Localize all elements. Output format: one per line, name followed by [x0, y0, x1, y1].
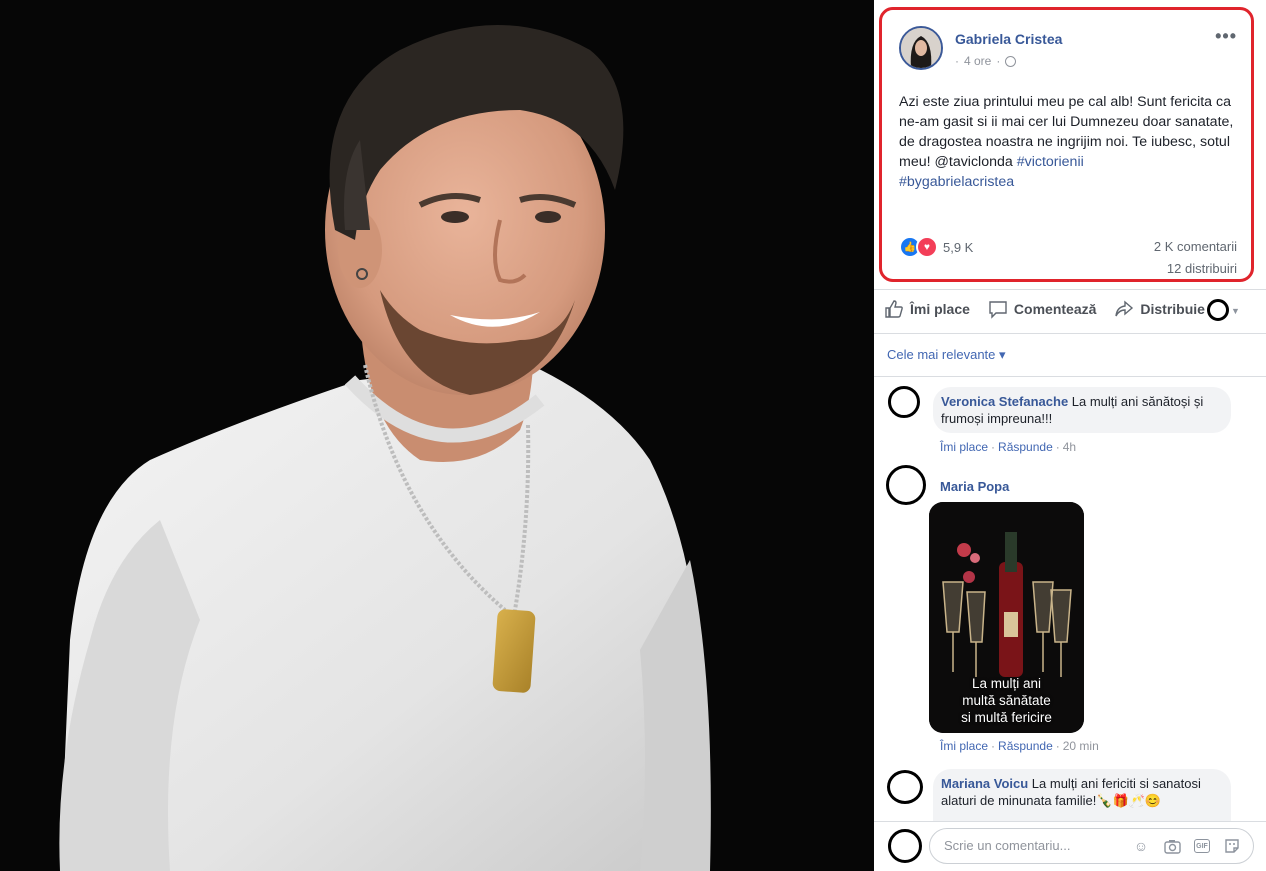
gif-icon[interactable]: GIF	[1194, 839, 1210, 853]
separator: ·	[991, 440, 996, 454]
divider	[874, 289, 1266, 290]
comment-label: Comentează	[1013, 301, 1097, 317]
meta-dot: ·	[996, 54, 1001, 68]
audience-selector-marker[interactable]	[1207, 299, 1229, 321]
hashtag-link[interactable]: #bygabrielacristea	[899, 174, 1014, 190]
comments-count[interactable]: 2 K comentarii	[1154, 239, 1237, 254]
composer-icons: ☺ GIF	[1132, 837, 1241, 855]
comment-author[interactable]: Veronica Stefanache	[941, 394, 1068, 409]
separator: ·	[1055, 739, 1060, 753]
comment-bubble: Veronica Stefanache La mulți ani sănătoș…	[933, 387, 1231, 433]
post-actions: Îmi place Comentează Distribuie	[884, 299, 1205, 319]
share-arrow-icon	[1115, 300, 1134, 317]
separator: ·	[1055, 440, 1060, 454]
sort-comments-dropdown[interactable]: Cele mai relevante ▾	[887, 347, 1006, 363]
post-time[interactable]: 4 ore	[964, 54, 991, 68]
comment-like-link[interactable]: Îmi place	[940, 739, 988, 753]
thumbs-up-icon	[885, 300, 903, 318]
comment-bubble: Mariana Voicu La mulți ani fericiti si s…	[933, 769, 1231, 821]
reactions-count: 5,9 K	[943, 239, 974, 255]
post-side-panel: Gabriela Cristea · 4 ore · ••• Azi este …	[874, 0, 1266, 871]
comment-like-link[interactable]: Îmi place	[940, 440, 988, 454]
comment-bubble-icon	[989, 301, 1007, 319]
current-user-avatar	[888, 829, 922, 863]
post-meta: · 4 ore ·	[955, 54, 1017, 68]
gif-caption-line: multă sănătate	[962, 693, 1051, 708]
share-button[interactable]: Distribuie	[1114, 299, 1205, 319]
gif-caption-line: La mulți ani	[971, 676, 1042, 691]
comment-author[interactable]: Mariana Voicu	[941, 776, 1028, 791]
comment-reply-link[interactable]: Răspunde	[998, 739, 1053, 753]
more-options-icon[interactable]: •••	[1215, 26, 1237, 47]
meta-dot: ·	[955, 54, 959, 68]
comment-actions: Îmi place · Răspunde · 4h	[940, 440, 1076, 454]
comment-time[interactable]: 20 min	[1063, 739, 1099, 753]
camera-icon[interactable]	[1163, 837, 1181, 855]
separator: ·	[991, 739, 996, 753]
man-in-white-tshirt-photo	[0, 0, 874, 871]
comment-button[interactable]: Comentează	[988, 299, 1096, 319]
comment-time[interactable]: 4h	[1063, 440, 1076, 454]
chevron-down-icon[interactable]: ▼	[1231, 306, 1240, 316]
gif-caption: La mulți ani multă sănătate si multă fer…	[929, 675, 1084, 726]
post-text: Azi este ziua printului meu pe cal alb! …	[899, 92, 1244, 192]
author-avatar[interactable]	[899, 26, 943, 70]
commenter-avatar[interactable]	[886, 465, 926, 505]
post-photo[interactable]	[0, 0, 874, 871]
gif-caption-line: si multă fericire	[961, 710, 1052, 725]
post-highlight-box: Gabriela Cristea · 4 ore · ••• Azi este …	[879, 7, 1254, 282]
globe-icon	[1005, 55, 1017, 67]
comment-gif-image[interactable]: La mulți ani multă sănătate si multă fer…	[929, 502, 1084, 733]
comment-reply-link[interactable]: Răspunde	[998, 440, 1053, 454]
sticker-icon[interactable]	[1223, 837, 1241, 855]
reactions-summary[interactable]: 👍 ♥ 5,9 K	[899, 236, 973, 258]
comment-input[interactable]	[942, 837, 1136, 854]
like-label: Îmi place	[910, 301, 970, 317]
share-label: Distribuie	[1140, 301, 1205, 317]
commenter-avatar[interactable]	[888, 386, 920, 418]
comment-actions: Îmi place · Răspunde · 20 min	[940, 739, 1099, 753]
commenter-avatar[interactable]	[887, 770, 923, 804]
hashtag-link[interactable]: #victorienii	[1017, 154, 1084, 170]
divider	[874, 333, 1266, 334]
like-button[interactable]: Îmi place	[884, 299, 970, 319]
emoji-icon[interactable]: ☺	[1132, 837, 1150, 855]
shares-count[interactable]: 12 distribuiri	[1167, 261, 1237, 276]
comment-author[interactable]: Maria Popa	[940, 479, 1009, 494]
divider	[874, 376, 1266, 377]
love-reaction-icon: ♥	[916, 236, 938, 258]
comment-composer[interactable]: ☺ GIF	[929, 828, 1254, 864]
divider	[874, 821, 1266, 822]
post-author[interactable]: Gabriela Cristea	[955, 31, 1062, 47]
